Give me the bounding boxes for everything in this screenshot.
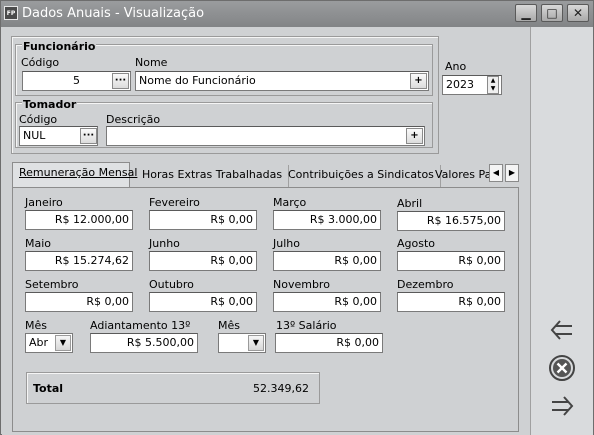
- chevron-left-icon: ◀: [492, 168, 500, 177]
- month-label-abril: Abril: [397, 197, 423, 210]
- back-button[interactable]: [547, 315, 577, 345]
- spin-down-icon[interactable]: ▼: [488, 85, 498, 93]
- month-label-novembro: Novembro: [273, 278, 330, 291]
- minimize-icon: ▁: [521, 6, 531, 20]
- month-label-junho: Junho: [149, 237, 180, 250]
- title-bar[interactable]: FP Dados Anuais - Visualização ▁ □ ✕: [1, 1, 593, 27]
- month-field-janeiro[interactable]: R$ 12.000,00: [25, 210, 133, 230]
- funcionario-nome-label: Nome: [135, 56, 168, 69]
- mes1-label: Mês: [25, 319, 47, 332]
- ano-value: 2023: [446, 78, 474, 91]
- funcionario-nome-value: Nome do Funcionário: [139, 74, 256, 87]
- ellipsis-icon: ···: [82, 130, 95, 141]
- month-field-maio[interactable]: R$ 15.274,62: [25, 251, 133, 271]
- total-value: 52.349,62: [253, 382, 309, 395]
- tab-strip: Remuneração Mensal Horas Extras Trabalha…: [12, 161, 524, 187]
- spin-up-icon[interactable]: ▲: [488, 77, 498, 85]
- close-icon: ✕: [572, 6, 584, 20]
- month-field-marco[interactable]: R$ 3.000,00: [273, 210, 381, 230]
- month-label-dezembro: Dezembro: [397, 278, 454, 291]
- month-field-agosto[interactable]: R$ 0,00: [397, 251, 505, 271]
- tab-contribuicoes-sindicatos[interactable]: Contribuições a Sindicatos: [282, 165, 441, 187]
- cancel-button[interactable]: [547, 353, 577, 383]
- tab-scroll-right-button[interactable]: ▶: [505, 164, 519, 182]
- month-label-julho: Julho: [273, 237, 300, 250]
- plus-icon: +: [414, 75, 423, 86]
- tab-horas-extras[interactable]: Horas Extras Trabalhadas: [136, 165, 290, 187]
- tab-scroll-left-button[interactable]: ◀: [489, 164, 503, 182]
- ano-spinner[interactable]: ▲ ▼: [487, 76, 499, 94]
- remuneracao-mensal-panel: Janeiro R$ 12.000,00 Fevereiro R$ 0,00 M…: [12, 187, 519, 432]
- salario-13-field[interactable]: R$ 0,00: [275, 333, 383, 353]
- maximize-icon: □: [546, 6, 558, 20]
- month-field-julho[interactable]: R$ 0,00: [273, 251, 381, 271]
- month-field-fevereiro[interactable]: R$ 0,00: [149, 210, 257, 230]
- close-button[interactable]: ✕: [567, 4, 589, 22]
- month-label-agosto: Agosto: [397, 237, 436, 250]
- mes2-label: Mês: [218, 319, 240, 332]
- month-label-outubro: Outubro: [149, 278, 194, 291]
- salario-13-label: 13º Salário: [276, 319, 337, 332]
- chevron-down-icon: ▼: [55, 335, 71, 351]
- chevron-down-icon: ▼: [248, 335, 264, 351]
- chevron-right-icon: ▶: [508, 168, 516, 177]
- tomador-descricao-field[interactable]: [106, 126, 425, 146]
- funcionario-group-title: Funcionário: [22, 40, 97, 53]
- funcionario-nome-add-button[interactable]: +: [410, 73, 427, 89]
- tomador-group-title: Tomador: [22, 98, 78, 111]
- window-title: Dados Anuais - Visualização: [22, 6, 205, 21]
- app-icon: FP: [4, 6, 18, 20]
- adiantamento-13-field[interactable]: R$ 5.500,00: [90, 333, 198, 353]
- tomador-descricao-label: Descrição: [106, 113, 161, 126]
- window: FP Dados Anuais - Visualização ▁ □ ✕ Fun…: [0, 0, 594, 435]
- forward-button[interactable]: [547, 391, 577, 421]
- mes1-dropdown[interactable]: Abr ▼: [25, 333, 73, 353]
- month-field-outubro[interactable]: R$ 0,00: [149, 292, 257, 312]
- funcionario-codigo-lookup-button[interactable]: ···: [112, 73, 129, 89]
- forward-arrow-icon: [552, 396, 574, 416]
- plus-icon: +: [410, 130, 419, 141]
- tab-remuneracao-mensal[interactable]: Remuneração Mensal: [12, 162, 137, 187]
- month-label-marco: Março: [273, 196, 307, 209]
- month-field-setembro[interactable]: R$ 0,00: [25, 292, 133, 312]
- month-label-setembro: Setembro: [25, 278, 79, 291]
- total-label: Total: [33, 382, 64, 395]
- ano-label: Ano: [445, 60, 467, 73]
- minimize-button[interactable]: ▁: [515, 4, 537, 22]
- maximize-button[interactable]: □: [541, 4, 563, 22]
- total-box: Total 52.349,62: [26, 372, 320, 404]
- month-label-janeiro: Janeiro: [25, 196, 63, 209]
- cancel-icon: [549, 355, 575, 381]
- month-label-fevereiro: Fevereiro: [149, 196, 200, 209]
- funcionario-codigo-value: 5: [73, 74, 80, 87]
- month-field-abril[interactable]: R$ 16.575,00: [397, 211, 505, 231]
- client-area: Funcionário Código 5 ··· Nome Nome do Fu…: [2, 27, 530, 435]
- adiantamento-13-label: Adiantamento 13º: [90, 319, 191, 332]
- tomador-codigo-value: NUL: [23, 129, 46, 142]
- mes1-value: Abr: [29, 336, 49, 349]
- funcionario-codigo-label: Código: [21, 56, 60, 69]
- back-arrow-icon: [550, 320, 572, 340]
- mes2-dropdown[interactable]: ▼: [218, 333, 266, 353]
- month-field-dezembro[interactable]: R$ 0,00: [397, 292, 505, 312]
- funcionario-nome-field[interactable]: Nome do Funcionário: [135, 71, 429, 91]
- month-label-maio: Maio: [25, 237, 52, 250]
- ellipsis-icon: ···: [114, 75, 127, 86]
- month-field-junho[interactable]: R$ 0,00: [149, 251, 257, 271]
- tomador-descricao-add-button[interactable]: +: [406, 128, 423, 144]
- action-pane: [530, 27, 593, 435]
- tomador-codigo-label: Código: [19, 113, 58, 126]
- month-field-novembro[interactable]: R$ 0,00: [273, 292, 381, 312]
- tomador-codigo-lookup-button[interactable]: ···: [80, 128, 97, 144]
